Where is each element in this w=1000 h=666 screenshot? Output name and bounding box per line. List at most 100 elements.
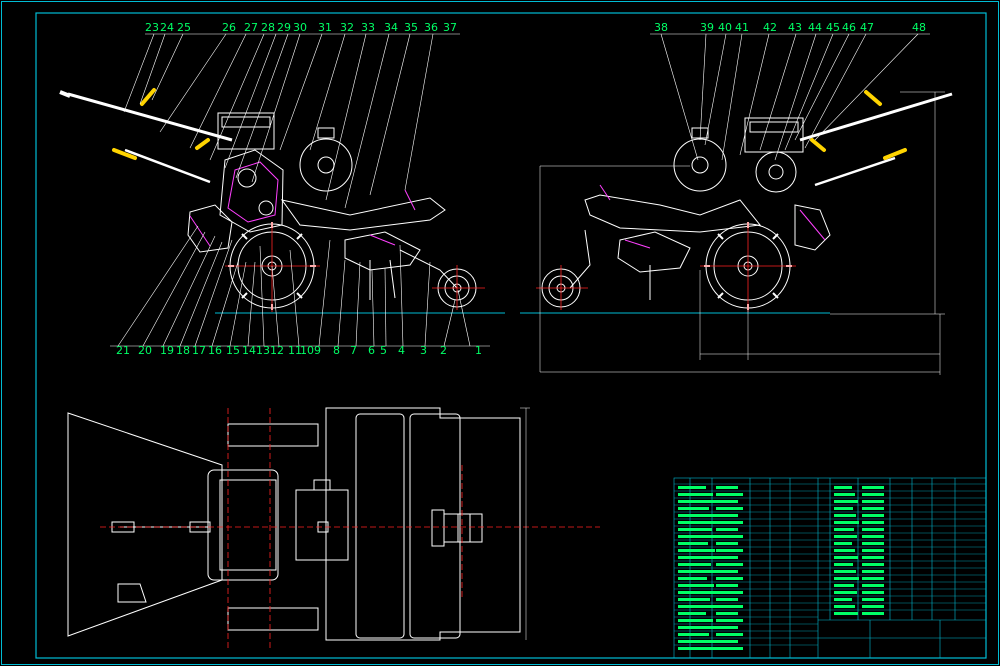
right-handle-grips bbox=[810, 90, 907, 160]
table-cell-mark bbox=[716, 584, 738, 587]
table-cell-mark bbox=[678, 542, 708, 545]
callout-32: 32 bbox=[340, 21, 354, 34]
callout-23: 23 bbox=[145, 21, 159, 34]
callout-37: 37 bbox=[443, 21, 457, 34]
table-cell-mark bbox=[862, 549, 884, 552]
table-cell-mark bbox=[834, 570, 856, 573]
callout-39: 39 bbox=[700, 21, 714, 34]
table-cell-mark bbox=[716, 507, 743, 510]
table-cell-mark bbox=[716, 500, 738, 503]
callout-6: 6 bbox=[368, 344, 375, 357]
callout-7: 7 bbox=[350, 344, 357, 357]
callout-27: 27 bbox=[244, 21, 258, 34]
table-cell-mark bbox=[678, 591, 721, 594]
table-cell-mark bbox=[862, 486, 884, 489]
table-cell-mark bbox=[678, 619, 713, 622]
table-cell-mark bbox=[678, 493, 713, 496]
table-cell-mark bbox=[862, 605, 884, 608]
callout-29: 29 bbox=[277, 21, 291, 34]
callout-34: 34 bbox=[384, 21, 398, 34]
callout-46: 46 bbox=[842, 21, 856, 34]
drawing-sheet: 23 24 25 26 27 28 29 30 31 32 33 34 35 3… bbox=[1, 1, 999, 665]
table-cell-mark bbox=[678, 570, 718, 573]
table-cell-mark bbox=[862, 528, 884, 531]
right-elevation-view bbox=[520, 92, 953, 314]
table-cell-mark bbox=[716, 535, 743, 538]
callout-42: 42 bbox=[763, 21, 777, 34]
table-cell-mark bbox=[862, 507, 884, 510]
table-cell-mark bbox=[834, 605, 855, 608]
table-cell-mark bbox=[678, 626, 720, 629]
plan-view bbox=[67, 407, 521, 641]
callout-12: 12 bbox=[270, 344, 284, 357]
callout-17: 17 bbox=[192, 344, 206, 357]
table-cell-mark bbox=[716, 514, 738, 517]
table-cell-mark bbox=[678, 598, 710, 601]
table-cell-mark bbox=[678, 563, 711, 566]
table-cell-mark bbox=[834, 500, 858, 503]
callout-14: 14 bbox=[242, 344, 256, 357]
table-cell-mark bbox=[678, 535, 719, 538]
table-cell-mark bbox=[834, 514, 856, 517]
plan-dimension bbox=[520, 407, 530, 640]
table-cell-mark bbox=[834, 521, 859, 524]
table-cell-mark bbox=[678, 507, 709, 510]
callout-1: 1 bbox=[475, 344, 482, 357]
table-cell-mark bbox=[678, 514, 716, 517]
table-cell-mark bbox=[834, 612, 858, 615]
table-cell-mark bbox=[862, 584, 884, 587]
callout-33: 33 bbox=[361, 21, 375, 34]
callout-16: 16 bbox=[208, 344, 222, 357]
callout-8: 8 bbox=[333, 344, 340, 357]
callout-31: 31 bbox=[318, 21, 332, 34]
table-cell-mark bbox=[862, 542, 884, 545]
callout-3: 3 bbox=[420, 344, 427, 357]
table-cell-mark bbox=[862, 612, 884, 615]
right-accents bbox=[599, 184, 826, 249]
table-cell-mark bbox=[716, 605, 743, 608]
table-cell-mark bbox=[716, 486, 738, 489]
table-cell-mark bbox=[678, 584, 714, 587]
table-cell-mark bbox=[716, 619, 743, 622]
table-cell-mark bbox=[678, 605, 717, 608]
left-leader-lines bbox=[110, 33, 490, 347]
table-cell-mark bbox=[716, 577, 743, 580]
table-cell-mark bbox=[678, 640, 716, 643]
inner-frame bbox=[35, 12, 987, 659]
table-cell-mark bbox=[716, 647, 743, 650]
callout-40: 40 bbox=[718, 21, 732, 34]
callout-9: 9 bbox=[314, 344, 321, 357]
right-leader-lines bbox=[650, 33, 930, 161]
table-cell-mark bbox=[716, 640, 738, 643]
table-cell-mark bbox=[678, 528, 712, 531]
callout-44: 44 bbox=[808, 21, 822, 34]
plan-center-lines bbox=[100, 408, 600, 650]
table-cell-mark bbox=[862, 591, 884, 594]
table-cell-mark bbox=[716, 633, 743, 636]
callout-43: 43 bbox=[788, 21, 802, 34]
callouts-left-top: 23 24 25 26 27 28 29 30 31 32 33 34 35 3… bbox=[145, 21, 457, 34]
table-cell-mark bbox=[834, 577, 859, 580]
table-cell-mark bbox=[678, 556, 722, 559]
callout-18: 18 bbox=[176, 344, 190, 357]
table-cell-mark bbox=[834, 591, 857, 594]
table-cell-mark bbox=[678, 633, 709, 636]
table-cell-mark bbox=[716, 570, 738, 573]
callout-47: 47 bbox=[860, 21, 874, 34]
callout-15: 15 bbox=[226, 344, 240, 357]
table-cell-mark bbox=[834, 493, 855, 496]
table-cell-mark bbox=[678, 549, 715, 552]
callout-2: 2 bbox=[440, 344, 447, 357]
table-cell-mark bbox=[862, 535, 884, 538]
table-cell-mark bbox=[834, 563, 853, 566]
table-cell-mark bbox=[862, 577, 884, 580]
table-cell-mark bbox=[678, 612, 706, 615]
table-cell-mark bbox=[862, 598, 884, 601]
table-cell-mark bbox=[716, 612, 738, 615]
callout-28: 28 bbox=[261, 21, 275, 34]
callout-13: 13 bbox=[256, 344, 270, 357]
table-cell-mark bbox=[716, 556, 738, 559]
right-dimension-lines bbox=[539, 91, 945, 375]
callout-38: 38 bbox=[654, 21, 668, 34]
callout-20: 20 bbox=[138, 344, 152, 357]
